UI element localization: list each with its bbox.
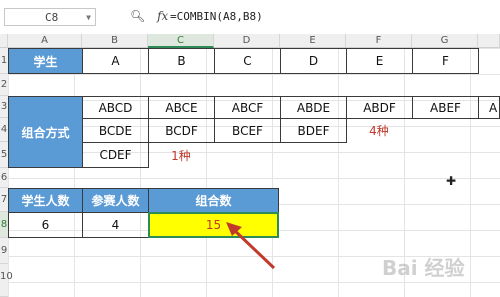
fx-icon[interactable]: fx	[157, 9, 168, 23]
student-cell-c1[interactable]: B	[148, 48, 215, 74]
magnify-icon[interactable]: 🔍︎	[130, 9, 145, 23]
combination-label-cell[interactable]: 组合方式	[8, 96, 83, 168]
combo-cell-c3[interactable]: ABCE	[148, 96, 215, 119]
combo-cell-b4[interactable]: BCDE	[82, 118, 149, 143]
participants-count-header[interactable]: 参赛人数	[82, 188, 149, 213]
student-cell-f1[interactable]: E	[346, 48, 413, 74]
combo-cell-e3[interactable]: ABDE	[280, 96, 347, 119]
row-header-4[interactable]: 4	[0, 118, 8, 142]
students-count-header[interactable]: 学生人数	[8, 188, 83, 213]
name-box-value: C8	[45, 11, 59, 24]
cursor-cross-icon: ✚	[446, 174, 457, 188]
student-cell-b1[interactable]: A	[82, 48, 149, 74]
red-arrow-icon	[226, 222, 276, 270]
combo-cell-b5[interactable]: CDEF	[82, 142, 149, 168]
row-header-5[interactable]: 5	[0, 142, 8, 168]
student-cell-e1[interactable]: D	[280, 48, 347, 74]
row-header-10[interactable]: 10	[0, 264, 13, 297]
column-header-f[interactable]: F	[346, 34, 412, 48]
combo-cell-h3[interactable]: A	[478, 96, 500, 119]
baidu-watermark: Bai 经验	[382, 256, 465, 280]
combo-cell-f3[interactable]: ABDF	[346, 96, 413, 119]
row-header-1[interactable]: 1	[0, 48, 8, 74]
row-header-9[interactable]: 9	[0, 238, 8, 264]
column-header-e[interactable]: E	[280, 34, 346, 48]
students-count-value[interactable]: 6	[8, 212, 83, 238]
combo-cell-d4[interactable]: BCEF	[214, 118, 281, 143]
formula-input[interactable]: =COMBIN(A8,B8)	[170, 6, 500, 28]
row-header-7[interactable]: 7	[0, 188, 8, 212]
combos-count-header[interactable]: 组合数	[148, 188, 279, 213]
combo-cell-d3[interactable]: ABCF	[214, 96, 281, 119]
select-all-corner[interactable]	[0, 34, 8, 48]
column-header-a[interactable]: A	[8, 34, 82, 48]
row-header-2[interactable]: 2	[0, 74, 8, 96]
row-header-3[interactable]: 3	[0, 96, 8, 118]
column-header-c[interactable]: C	[148, 34, 214, 48]
chevron-down-icon[interactable]: ▼	[86, 9, 91, 27]
row4-count-note[interactable]: 4种	[346, 118, 412, 143]
column-header-b[interactable]: B	[82, 34, 148, 48]
name-box[interactable]: C8 ▼	[4, 8, 96, 26]
combo-cell-e4[interactable]: BDEF	[280, 118, 347, 143]
participants-count-value[interactable]: 4	[82, 212, 149, 238]
row-header-8[interactable]: 8	[0, 212, 8, 238]
combo-cell-b3[interactable]: ABCD	[82, 96, 149, 119]
formula-bar: C8 ▼ 🔍︎ fx =COMBIN(A8,B8)	[0, 0, 500, 35]
student-label-cell[interactable]: 学生	[8, 48, 83, 74]
row5-count-note[interactable]: 1种	[148, 142, 214, 168]
column-header-h[interactable]	[478, 34, 500, 48]
student-cell-g1[interactable]: F	[412, 48, 479, 74]
student-cell-d1[interactable]: C	[214, 48, 281, 74]
row-header-6[interactable]: 6	[0, 168, 8, 188]
column-header-g[interactable]: G	[412, 34, 478, 48]
combo-cell-g3[interactable]: ABEF	[412, 96, 479, 119]
combo-cell-c4[interactable]: BCDF	[148, 118, 215, 143]
column-header-d[interactable]: D	[214, 34, 280, 48]
